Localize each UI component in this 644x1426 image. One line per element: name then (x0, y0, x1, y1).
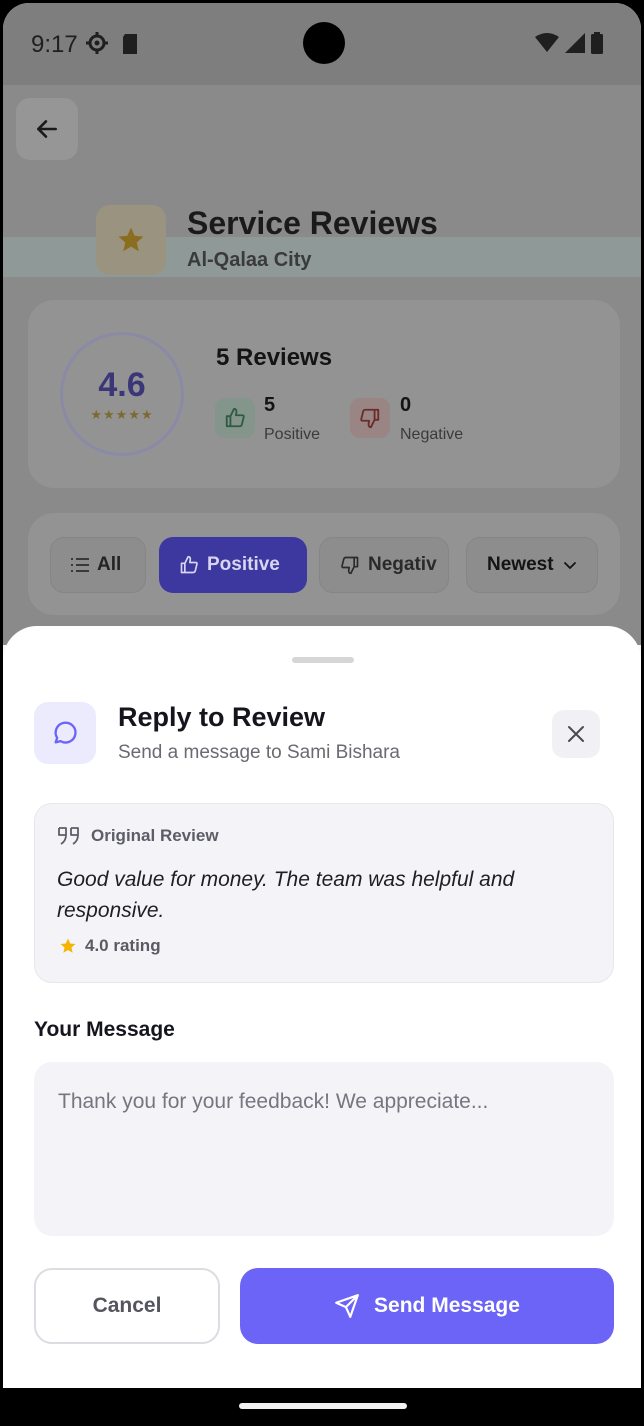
navigation-bar (3, 1388, 641, 1423)
message-badge (34, 702, 96, 764)
filter-negative-chip[interactable]: Negativ (319, 537, 449, 593)
wifi-icon (535, 33, 559, 52)
original-review-rating-text: 4.0 rating (85, 936, 161, 955)
positive-count: 5 (264, 394, 276, 416)
thumbs-up-icon (225, 407, 245, 428)
negative-label: Negative (400, 426, 464, 443)
close-button[interactable] (552, 710, 600, 758)
original-review-text: Good value for money. The team was helpf… (57, 868, 515, 922)
sort-label: Newest (487, 554, 554, 575)
close-icon (568, 726, 584, 742)
front-camera (303, 22, 345, 64)
sheet-title: Reply to Review (118, 702, 326, 732)
cellular-signal-icon (565, 33, 585, 53)
positive-badge (215, 398, 255, 438)
average-rating-circle: 4.6 ★★★★★ (60, 332, 184, 456)
star-icon (60, 938, 76, 953)
average-rating-value: 4.6 (98, 365, 146, 404)
back-button[interactable] (16, 98, 78, 160)
reviews-count: 5 Reviews (216, 344, 333, 371)
send-message-button[interactable]: Send Message (240, 1268, 614, 1344)
message-label: Your Message (34, 1018, 175, 1041)
reviews-page-background: Service Reviews Al-Qalaa City 4.6 ★★★★★ … (3, 85, 641, 645)
sd-card-icon (123, 34, 137, 54)
page-subtitle: Al-Qalaa City (187, 249, 312, 271)
rating-stars: ★★★★★ (90, 406, 154, 422)
filter-positive-chip[interactable]: Positive (159, 537, 307, 593)
negative-badge (350, 398, 390, 438)
status-bar: 9:17 (3, 3, 641, 85)
list-icon (71, 558, 89, 572)
battery-icon (591, 32, 603, 54)
sort-dropdown[interactable]: Newest (466, 537, 598, 593)
page-title: Service Reviews (187, 205, 438, 241)
rating-summary-card: 4.6 ★★★★★ 5 Reviews 5 Positive 0 Negativ… (28, 300, 620, 488)
original-review-rating: 4.0 rating (59, 936, 161, 956)
quote-icon (58, 827, 79, 845)
filter-all-chip[interactable]: All (50, 537, 146, 593)
send-button-label: Send Message (374, 1294, 520, 1317)
arrow-left-icon (37, 120, 57, 138)
chevron-down-icon (563, 562, 576, 570)
settings-status-icon (86, 32, 108, 54)
negative-count: 0 (400, 394, 412, 416)
original-review-label: Original Review (91, 826, 219, 845)
positive-label: Positive (264, 426, 321, 443)
sheet-subtitle: Send a message to Sami Bishara (118, 742, 400, 763)
thumbs-down-icon (360, 408, 380, 429)
filter-positive-label: Positive (207, 554, 280, 575)
sheet-drag-handle[interactable] (292, 657, 354, 663)
status-icons (535, 32, 603, 54)
status-time: 9:17 (31, 31, 78, 58)
send-icon (335, 1294, 359, 1318)
app-screen: 9:17 Service Reviews Al-Qalaa City 4.6 ★… (3, 3, 641, 1423)
original-review-card: Original Review Good value for money. Th… (34, 803, 614, 983)
filter-negative-label: Negativ (368, 554, 437, 575)
message-circle-icon (54, 721, 77, 744)
original-review-header: Original Review (57, 826, 219, 846)
message-input[interactable] (34, 1062, 614, 1236)
thumbs-up-icon (180, 555, 198, 574)
filter-bar: All Positive Negativ Newest (28, 513, 620, 615)
home-gesture-handle[interactable] (239, 1403, 407, 1409)
cancel-button-label: Cancel (92, 1294, 162, 1317)
star-icon (118, 227, 144, 252)
filter-all-label: All (97, 554, 122, 575)
thumbs-down-icon (341, 556, 359, 575)
service-star-badge (96, 205, 166, 275)
reply-bottom-sheet: Reply to Review Send a message to Sami B… (3, 626, 641, 1388)
cancel-button[interactable]: Cancel (34, 1268, 220, 1344)
